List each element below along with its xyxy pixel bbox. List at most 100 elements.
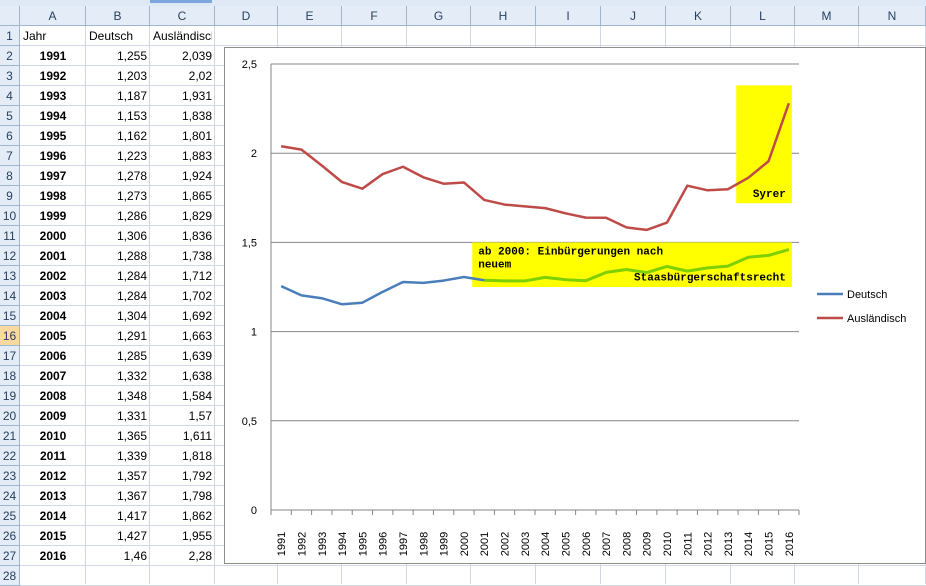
data-cell[interactable]: 1,357 <box>89 466 147 486</box>
data-cell[interactable]: 1996 <box>23 146 83 166</box>
column-header-h[interactable]: H <box>471 6 536 26</box>
row-header[interactable]: 16 <box>0 326 20 346</box>
data-cell[interactable]: 2005 <box>23 326 83 346</box>
data-cell[interactable]: 1,702 <box>153 286 212 306</box>
data-cell[interactable]: 2013 <box>23 486 83 506</box>
row-header[interactable]: 23 <box>0 466 20 486</box>
column-header-c[interactable]: C <box>150 6 215 26</box>
row-header[interactable]: 21 <box>0 426 20 446</box>
row-header[interactable]: 26 <box>0 526 20 546</box>
column-header-f[interactable]: F <box>342 6 407 26</box>
column-header-m[interactable]: M <box>795 6 859 26</box>
row-header[interactable]: 6 <box>0 126 20 146</box>
data-cell[interactable]: 1,286 <box>89 206 147 226</box>
column-header-g[interactable]: G <box>407 6 471 26</box>
data-cell[interactable]: 1993 <box>23 86 83 106</box>
data-cell[interactable]: 1,284 <box>89 266 147 286</box>
data-cell[interactable]: 1,692 <box>153 306 212 326</box>
data-cell[interactable]: 1,332 <box>89 366 147 386</box>
column-header-d[interactable]: D <box>215 6 278 26</box>
data-cell[interactable]: 1,792 <box>153 466 212 486</box>
header-cell[interactable]: Ausländisch <box>153 26 212 46</box>
row-header[interactable]: 10 <box>0 206 20 226</box>
data-cell[interactable]: 1,153 <box>89 106 147 126</box>
row-header[interactable]: 2 <box>0 46 20 66</box>
row-header[interactable]: 3 <box>0 66 20 86</box>
data-cell[interactable]: 2,02 <box>153 66 212 86</box>
column-header-n[interactable]: N <box>859 6 926 26</box>
data-cell[interactable]: 1,883 <box>153 146 212 166</box>
data-cell[interactable]: 2007 <box>23 366 83 386</box>
column-header-i[interactable]: I <box>536 6 601 26</box>
data-cell[interactable]: 1997 <box>23 166 83 186</box>
data-cell[interactable]: 1,427 <box>89 526 147 546</box>
data-cell[interactable]: 1,712 <box>153 266 212 286</box>
data-cell[interactable]: 1,838 <box>153 106 212 126</box>
data-cell[interactable]: 1995 <box>23 126 83 146</box>
row-header[interactable]: 7 <box>0 146 20 166</box>
row-header[interactable]: 5 <box>0 106 20 126</box>
row-header[interactable]: 9 <box>0 186 20 206</box>
data-cell[interactable]: 1,738 <box>153 246 212 266</box>
row-header[interactable]: 28 <box>0 566 20 586</box>
row-header[interactable]: 20 <box>0 406 20 426</box>
row-header[interactable]: 8 <box>0 166 20 186</box>
data-cell[interactable]: 2009 <box>23 406 83 426</box>
data-cell[interactable]: 1,162 <box>89 126 147 146</box>
data-cell[interactable]: 1,801 <box>153 126 212 146</box>
column-header-l[interactable]: L <box>731 6 795 26</box>
row-header[interactable]: 14 <box>0 286 20 306</box>
column-header-b[interactable]: B <box>86 6 150 26</box>
header-cell[interactable]: Jahr <box>23 26 83 46</box>
row-header[interactable]: 1 <box>0 26 20 46</box>
data-cell[interactable]: 1,203 <box>89 66 147 86</box>
data-cell[interactable]: 1,304 <box>89 306 147 326</box>
data-cell[interactable]: 1,278 <box>89 166 147 186</box>
data-cell[interactable]: 1,288 <box>89 246 147 266</box>
data-cell[interactable]: 1,639 <box>153 346 212 366</box>
column-header-j[interactable]: J <box>601 6 666 26</box>
data-cell[interactable]: 1,339 <box>89 446 147 466</box>
data-cell[interactable]: 1,798 <box>153 486 212 506</box>
column-header-e[interactable]: E <box>278 6 342 26</box>
line-chart[interactable]: 00,511,522,51991199219931994199519961997… <box>224 47 926 564</box>
data-cell[interactable]: 2002 <box>23 266 83 286</box>
data-cell[interactable]: 1,46 <box>89 546 147 566</box>
data-cell[interactable]: 1,638 <box>153 366 212 386</box>
column-header-a[interactable]: A <box>20 6 86 26</box>
row-header[interactable]: 24 <box>0 486 20 506</box>
row-header[interactable]: 19 <box>0 386 20 406</box>
data-cell[interactable]: 2000 <box>23 226 83 246</box>
data-cell[interactable]: 2008 <box>23 386 83 406</box>
data-cell[interactable]: 2015 <box>23 526 83 546</box>
row-header[interactable]: 17 <box>0 346 20 366</box>
column-header-k[interactable]: K <box>666 6 731 26</box>
data-cell[interactable]: 1,306 <box>89 226 147 246</box>
data-cell[interactable]: 2001 <box>23 246 83 266</box>
data-cell[interactable]: 1,417 <box>89 506 147 526</box>
data-cell[interactable]: 1,365 <box>89 426 147 446</box>
data-cell[interactable]: 1992 <box>23 66 83 86</box>
data-cell[interactable]: 2,28 <box>153 546 212 566</box>
data-cell[interactable]: 1994 <box>23 106 83 126</box>
data-cell[interactable]: 2011 <box>23 446 83 466</box>
data-cell[interactable]: 1,584 <box>153 386 212 406</box>
data-cell[interactable]: 1,836 <box>153 226 212 246</box>
data-cell[interactable]: 1,348 <box>89 386 147 406</box>
data-cell[interactable]: 2016 <box>23 546 83 566</box>
data-cell[interactable]: 1,931 <box>153 86 212 106</box>
row-header[interactable]: 22 <box>0 446 20 466</box>
data-cell[interactable]: 1,187 <box>89 86 147 106</box>
data-cell[interactable]: 2006 <box>23 346 83 366</box>
data-cell[interactable]: 1,367 <box>89 486 147 506</box>
data-cell[interactable]: 1,829 <box>153 206 212 226</box>
data-cell[interactable]: 1,223 <box>89 146 147 166</box>
data-cell[interactable]: 2004 <box>23 306 83 326</box>
data-cell[interactable]: 1,955 <box>153 526 212 546</box>
data-cell[interactable]: 1,331 <box>89 406 147 426</box>
data-cell[interactable]: 1998 <box>23 186 83 206</box>
data-cell[interactable]: 1,663 <box>153 326 212 346</box>
header-cell[interactable]: Deutsch <box>89 26 147 46</box>
row-header[interactable]: 12 <box>0 246 20 266</box>
row-header[interactable]: 15 <box>0 306 20 326</box>
